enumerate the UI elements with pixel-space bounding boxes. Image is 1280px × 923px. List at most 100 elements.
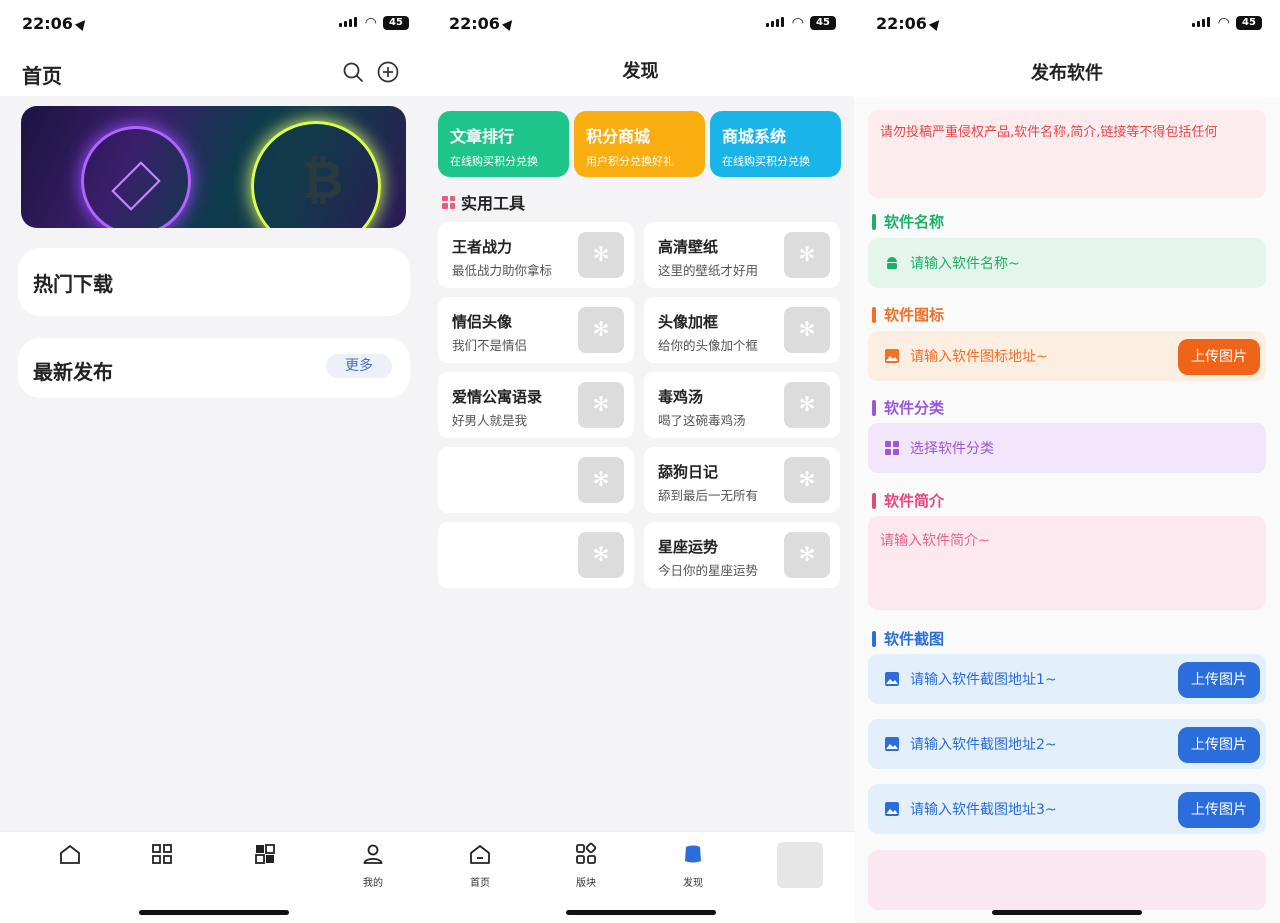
tool-item[interactable]: 情侣头像 我们不是情侣 [438, 297, 634, 363]
grid-icon [442, 195, 455, 209]
field-label-intro: 软件简介 [872, 490, 944, 511]
grid-icon [885, 441, 899, 455]
user-icon [363, 844, 383, 864]
upload-screenshot-button-3[interactable]: 上传图片 [1178, 792, 1260, 828]
more-button[interactable]: 更多 [326, 354, 392, 378]
icon-url-input[interactable]: 请输入软件图标地址~ 上传图片 [868, 331, 1266, 381]
home-icon [470, 845, 490, 864]
upload-screenshot-button-2[interactable]: 上传图片 [1178, 727, 1260, 763]
grid-icon [255, 844, 275, 864]
hot-downloads-card[interactable]: 热门下载 [18, 248, 410, 316]
promo-mall-system[interactable]: 商城系统 在线购买积分兑换 [710, 111, 841, 177]
loading-thumbnail [578, 382, 624, 428]
field-label-category: 软件分类 [872, 397, 944, 418]
loading-thumbnail [784, 532, 830, 578]
location-arrow-icon [501, 16, 516, 32]
boards-icon [152, 844, 172, 864]
battery-icon: 45 [383, 16, 409, 30]
location-arrow-icon [928, 16, 943, 32]
tab-mine[interactable]: 我的 [333, 842, 413, 889]
status-bar: 22:06 ◠ 45 [854, 0, 1280, 52]
loading-thumbnail [578, 232, 624, 278]
page-title: 发现 [427, 52, 854, 96]
loading-thumbnail [784, 457, 830, 503]
status-time: 22:06 [22, 14, 89, 33]
field-label-screenshots: 软件截图 [872, 628, 944, 649]
image-icon [885, 737, 899, 751]
upload-screenshot-button-1[interactable]: 上传图片 [1178, 662, 1260, 698]
wifi-icon: ◠ [364, 15, 377, 31]
upload-icon-button[interactable]: 上传图片 [1178, 339, 1260, 375]
tab-discover[interactable]: 发现 [653, 842, 733, 889]
user-icon [777, 842, 823, 888]
tool-item[interactable]: 王者战力 最低战力助你拿标 [438, 222, 634, 288]
location-arrow-icon [74, 16, 89, 32]
wifi-icon: ◠ [1217, 15, 1230, 31]
tab-mine[interactable] [760, 842, 840, 892]
discover-screen: 22:06 ◠ 45 发现 文章排行 在线购买积分兑换 积分商城 用户积分兑换好… [427, 0, 854, 923]
discover-icon [685, 845, 701, 863]
tool-item[interactable] [438, 522, 634, 588]
status-time: 22:06 [449, 14, 516, 33]
home-banner[interactable]: ₿ [21, 106, 406, 228]
search-icon[interactable] [341, 60, 365, 84]
battery-icon: 45 [1236, 16, 1262, 30]
tab-bar: 我的 [0, 831, 427, 923]
home-screen: 22:06 ◠ 45 首页 ₿ 热门下载 最新发布 更多 我的 [0, 0, 427, 923]
notice-box: 请勿投稿严重侵权产品,软件名称,简介,链接等不得包括任何 [868, 110, 1266, 198]
signal-icon [1192, 17, 1210, 27]
promo-points-mall[interactable]: 积分商城 用户积分兑换好礼 [574, 111, 705, 177]
section-title: 实用工具 [442, 190, 525, 214]
loading-thumbnail [784, 382, 830, 428]
partial-field [868, 850, 1266, 910]
intro-textarea[interactable]: 请输入软件简介~ [868, 516, 1266, 610]
name-input[interactable]: 请输入软件名称~ [868, 238, 1266, 288]
loading-thumbnail [784, 232, 830, 278]
tab-boards[interactable] [122, 842, 202, 874]
home-header: 首页 [0, 52, 427, 96]
section-title: 热门下载 [33, 272, 113, 296]
screenshot-url-input-1[interactable]: 请输入软件截图地址1~ 上传图片 [868, 654, 1266, 704]
status-bar: 22:06 ◠ 45 [427, 0, 854, 52]
tab-home[interactable]: 首页 [440, 842, 520, 889]
section-title: 最新发布 [33, 360, 113, 384]
tool-item[interactable]: 爱情公寓语录 好男人就是我 [438, 372, 634, 438]
loading-thumbnail [578, 307, 624, 353]
loading-thumbnail [784, 307, 830, 353]
android-icon [887, 257, 897, 269]
loading-thumbnail [578, 532, 624, 578]
home-indicator [565, 910, 716, 915]
screenshot-url-input-3[interactable]: 请输入软件截图地址3~ 上传图片 [868, 784, 1266, 834]
home-indicator [992, 910, 1142, 915]
tab-bar: 首页 版块 发现 [427, 831, 854, 923]
tab-boards[interactable]: 版块 [546, 842, 626, 889]
status-time: 22:06 [876, 14, 943, 33]
tool-item[interactable]: 毒鸡汤 喝了这碗毒鸡汤 [644, 372, 840, 438]
battery-icon: 45 [810, 16, 836, 30]
status-bar: 22:06 ◠ 45 [0, 0, 427, 52]
publish-screen: 22:06 ◠ 45 发布软件 请勿投稿严重侵权产品,软件名称,简介,链接等不得… [854, 0, 1280, 923]
latest-releases-card: 最新发布 更多 [18, 338, 410, 398]
tool-item[interactable]: 舔狗日记 舔到最后一无所有 [644, 447, 840, 513]
home-indicator [138, 910, 289, 915]
signal-icon [766, 17, 784, 27]
boards-icon [576, 842, 597, 864]
page-title: 发布软件 [854, 52, 1280, 98]
screenshot-url-input-2[interactable]: 请输入软件截图地址2~ 上传图片 [868, 719, 1266, 769]
loading-thumbnail [578, 457, 624, 503]
category-select[interactable]: 选择软件分类 [868, 423, 1266, 473]
tab-home[interactable] [30, 842, 110, 874]
promo-article-ranking[interactable]: 文章排行 在线购买积分兑换 [438, 111, 569, 177]
field-label-name: 软件名称 [872, 211, 944, 232]
tool-item[interactable]: 高清壁纸 这里的壁纸才好用 [644, 222, 840, 288]
image-icon [885, 672, 899, 686]
tool-item[interactable]: 星座运势 今日你的星座运势 [644, 522, 840, 588]
field-label-icon: 软件图标 [872, 304, 944, 325]
tool-item[interactable] [438, 447, 634, 513]
tab-discover[interactable] [225, 842, 305, 874]
wifi-icon: ◠ [791, 15, 804, 31]
add-icon[interactable] [376, 60, 400, 84]
home-icon [60, 844, 80, 864]
image-icon [885, 349, 899, 363]
tool-item[interactable]: 头像加框 给你的头像加个框 [644, 297, 840, 363]
